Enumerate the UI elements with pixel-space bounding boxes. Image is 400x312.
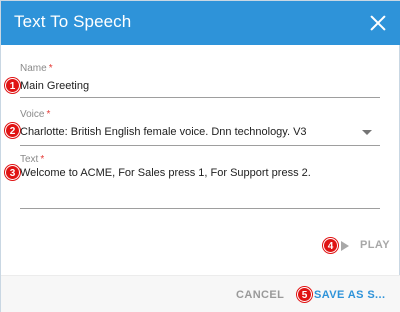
step-badge-5: 5 bbox=[297, 287, 312, 302]
required-marker: * bbox=[46, 109, 51, 120]
required-marker: * bbox=[40, 154, 45, 165]
step-badge-3: 3 bbox=[5, 165, 20, 180]
required-marker: * bbox=[48, 63, 53, 74]
text-textarea[interactable]: Welcome to ACME, For Sales press 1, For … bbox=[20, 167, 311, 179]
dialog-header: Text To Speech bbox=[1, 1, 400, 45]
name-label: Name * bbox=[20, 63, 53, 74]
step-badge-4: 4 bbox=[323, 238, 338, 253]
cancel-button[interactable]: CANCEL bbox=[236, 289, 284, 301]
name-input[interactable]: Main Greeting bbox=[20, 80, 89, 92]
dialog-title: Text To Speech bbox=[14, 12, 132, 31]
name-label-text: Name bbox=[20, 63, 47, 74]
text-label-text: Text bbox=[20, 154, 39, 165]
voice-label-text: Voice bbox=[20, 109, 45, 120]
text-to-speech-dialog: Text To Speech Name * 1 Main Greeting Voi… bbox=[0, 0, 400, 312]
name-input-underline bbox=[20, 97, 380, 98]
voice-select[interactable]: Charlotte: British English female voice.… bbox=[20, 126, 307, 138]
save-as-button[interactable]: SAVE AS S... bbox=[314, 289, 385, 301]
dialog-footer: CANCEL 5 SAVE AS S... bbox=[1, 275, 400, 312]
step-badge-1: 1 bbox=[5, 78, 20, 93]
step-badge-2: 2 bbox=[5, 123, 20, 138]
voice-select-underline bbox=[20, 145, 380, 146]
play-icon bbox=[341, 241, 349, 251]
chevron-down-icon[interactable] bbox=[362, 130, 372, 135]
close-icon[interactable] bbox=[369, 14, 387, 32]
text-textarea-underline bbox=[20, 208, 380, 209]
play-button-label: PLAY bbox=[360, 239, 390, 251]
text-label: Text * bbox=[20, 154, 44, 165]
voice-label: Voice * bbox=[20, 109, 50, 120]
